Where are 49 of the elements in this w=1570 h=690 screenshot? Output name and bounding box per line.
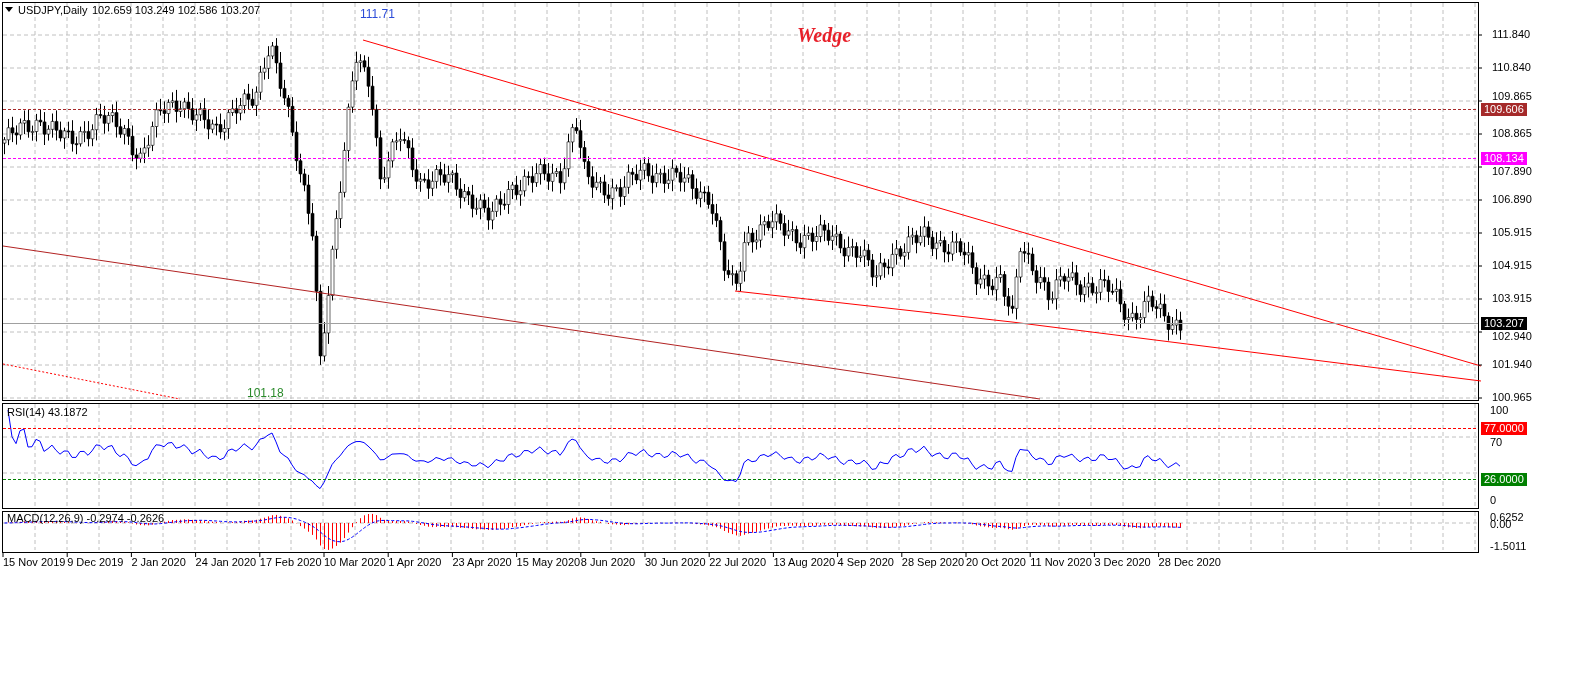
date-label: 4 Sep 2020 (837, 557, 894, 568)
price-marker: 103.207 (1481, 317, 1527, 330)
dropdown-icon[interactable] (5, 7, 13, 12)
date-label: 20 Oct 2020 (966, 557, 1026, 568)
rsi-tick: 70 (1490, 437, 1503, 448)
price-tick: 104.915 (1492, 260, 1532, 271)
macd-tick: 0.00 (1490, 519, 1512, 530)
date-label: 22 Jul 2020 (709, 557, 767, 568)
price-marker: 108.134 (1481, 152, 1527, 165)
price-tick: 103.915 (1492, 293, 1532, 304)
date-label: 8 Jun 2020 (580, 557, 636, 568)
date-label: 30 Jun 2020 (645, 557, 706, 568)
date-label: 2 Jan 2020 (131, 557, 186, 568)
low-label: 101.18 (247, 387, 284, 399)
date-label: 28 Sep 2020 (901, 557, 965, 568)
macd-label: MACD(12,26,9) -0.2974 -0.2626 (7, 513, 165, 524)
rsi-marker: 77.0000 (1481, 422, 1527, 435)
date-label: 13 Aug 2020 (773, 557, 836, 568)
date-label: 28 Dec 2020 (1158, 557, 1221, 568)
date-label: 23 Apr 2020 (452, 557, 512, 568)
price-tick: 100.965 (1492, 392, 1532, 403)
rsi-marker: 26.0000 (1481, 473, 1527, 486)
rsi-tick: 100 (1490, 405, 1509, 416)
macd-tick: -1.5011 (1490, 541, 1527, 552)
price-tick: 110.840 (1492, 62, 1531, 73)
date-label: 11 Nov 2020 (1030, 557, 1092, 568)
date-label: 17 Feb 2020 (259, 557, 322, 568)
date-label: 15 May 2020 (516, 557, 581, 568)
rsi-tick: 0 (1490, 495, 1497, 506)
price-marker: 109.606 (1481, 103, 1527, 116)
price-tick: 111.840 (1492, 29, 1531, 40)
price-tick: 109.865 (1492, 91, 1532, 102)
price-tick: 106.890 (1492, 194, 1532, 205)
price-tick: 101.940 (1492, 359, 1532, 370)
date-label: 15 Nov 2019 (3, 557, 66, 568)
price-tick: 107.890 (1492, 166, 1532, 177)
chart-title: Wedge (797, 25, 852, 45)
date-label: 9 Dec 2019 (67, 557, 124, 568)
rsi-label: RSI(14) 43.1872 (7, 407, 88, 418)
price-tick: 105.915 (1492, 227, 1532, 238)
date-label: 3 Dec 2020 (1094, 557, 1151, 568)
price-tick: 108.865 (1492, 128, 1532, 139)
high-label: 111.71 (360, 8, 395, 20)
date-label: 10 Mar 2020 (324, 557, 386, 568)
ohlc-values: 102.659 103.249 102.586 103.207 (92, 5, 261, 16)
date-label: 1 Apr 2020 (388, 557, 442, 568)
symbol-label: USDJPY,Daily (18, 5, 88, 16)
price-tick: 102.940 (1492, 331, 1532, 342)
date-label: 24 Jan 2020 (195, 557, 257, 568)
